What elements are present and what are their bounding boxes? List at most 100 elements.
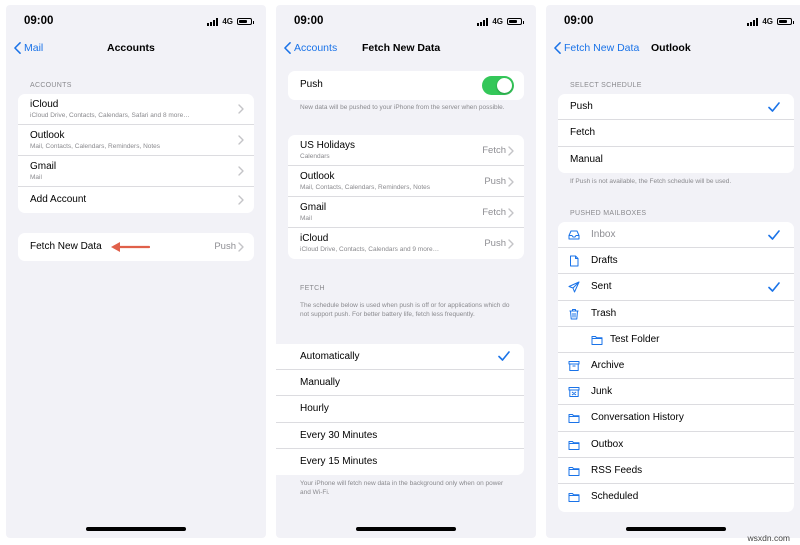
mailbox-row-junk[interactable]: Junk <box>558 379 794 406</box>
fetch-account-row[interactable]: Outlook Mail, Contacts, Calendars, Remin… <box>288 166 524 197</box>
checkmark-icon <box>768 282 780 292</box>
account-row-outlook[interactable]: Outlook Mail, Contacts, Calendars, Remin… <box>18 125 254 156</box>
battery-icon <box>777 18 794 25</box>
watermark: wsxdn.com <box>747 533 790 543</box>
back-label: Fetch New Data <box>564 42 640 54</box>
mailbox-name: Conversation History <box>591 412 684 424</box>
push-label: Push <box>300 79 323 90</box>
fetch-account-row[interactable]: iCloud iCloud Drive, Contacts, Calendars… <box>288 228 524 259</box>
schedule-option[interactable]: Fetch <box>558 120 794 147</box>
mailbox-row-rss-feeds[interactable]: RSS Feeds <box>558 458 794 484</box>
folder-icon <box>568 414 580 424</box>
push-toggle[interactable] <box>482 76 514 95</box>
schedule-label: Manual <box>570 153 603 165</box>
mailbox-name: Sent <box>591 281 612 293</box>
chevron-right-icon <box>238 135 244 145</box>
push-note: New data will be pushed to your iPhone f… <box>300 104 505 111</box>
back-button[interactable]: Fetch New Data <box>554 42 639 54</box>
account-detail: Mail, Contacts, Calendars, Reminders, No… <box>30 143 161 150</box>
mailbox-row-inbox[interactable]: Inbox <box>558 222 794 249</box>
nav-bar: Accounts Fetch New Data <box>276 41 536 61</box>
home-indicator <box>86 527 186 531</box>
checkmark-icon <box>768 102 780 112</box>
signal-icon <box>207 17 219 26</box>
status-time: 09:00 <box>564 15 594 27</box>
interval-label: Every 30 Minutes <box>300 429 378 441</box>
schedule-option[interactable]: Push <box>558 94 794 121</box>
account-detail: Mail <box>30 174 42 181</box>
schedule-list: Push Fetch Manual <box>558 94 794 173</box>
account-fetch-value: Push <box>484 176 506 187</box>
mailbox-name: RSS Feeds <box>591 464 643 476</box>
account-detail: Mail, Contacts, Calendars, Reminders, No… <box>300 184 431 191</box>
chevron-right-icon <box>238 104 244 114</box>
folder-icon <box>591 335 603 345</box>
status-bar: 09:00 4G <box>546 15 800 35</box>
nav-bar: Fetch New Data Outlook <box>546 41 800 61</box>
fetch-accounts-list: US Holidays Calendars Fetch Outlook Mail… <box>288 135 524 259</box>
pointer-arrow-icon <box>111 242 150 252</box>
mailbox-name: Inbox <box>591 229 616 240</box>
section-header-fetch: FETCH <box>300 285 325 292</box>
archive-icon <box>568 360 580 371</box>
account-fetch-value: Fetch <box>482 145 506 156</box>
interval-option[interactable]: Every 30 Minutes <box>276 423 524 449</box>
mailbox-row-conversation-history[interactable]: Conversation History <box>558 405 794 432</box>
mailbox-row-scheduled[interactable]: Scheduled <box>558 484 794 510</box>
page-title: Fetch New Data <box>362 42 441 54</box>
interval-option[interactable]: Automatically <box>276 344 524 371</box>
account-name: US Holidays <box>300 140 356 151</box>
status-bar: 09:00 4G <box>6 15 266 35</box>
mailbox-name: Scheduled <box>591 490 639 502</box>
mailbox-name: Outbox <box>591 438 624 450</box>
mailbox-name: Drafts <box>591 255 618 267</box>
push-row: Push <box>288 71 524 100</box>
mailbox-row-outbox[interactable]: Outbox <box>558 432 794 458</box>
back-button[interactable]: Accounts <box>284 42 337 54</box>
interval-option[interactable]: Every 15 Minutes <box>276 449 524 475</box>
folder-icon <box>568 492 580 502</box>
add-account-row[interactable]: Add Account <box>18 187 254 213</box>
chevron-right-icon <box>508 208 514 218</box>
section-header-schedule: SELECT SCHEDULE <box>570 82 642 89</box>
accounts-screen: 09:00 4G Mail Accounts ACCOUNTS iCloud i… <box>6 5 266 538</box>
signal-icon <box>747 17 759 26</box>
mailbox-list: Inbox Drafts Sent Trash Test Folder Arch… <box>558 222 794 512</box>
account-name: iCloud <box>300 233 329 244</box>
mailbox-row-drafts[interactable]: Drafts <box>558 248 794 275</box>
schedule-option[interactable]: Manual <box>558 147 794 173</box>
interval-option[interactable]: Manually <box>276 370 524 397</box>
mailbox-row-sent[interactable]: Sent <box>558 274 794 301</box>
mailbox-row-archive[interactable]: Archive <box>558 353 794 380</box>
back-label: Mail <box>24 42 44 54</box>
junk-icon <box>568 387 580 398</box>
account-fetch-value: Fetch <box>482 207 506 218</box>
mailbox-row-trash[interactable]: Trash <box>558 301 794 327</box>
account-row-icloud[interactable]: iCloud iCloud Drive, Contacts, Calendars… <box>18 94 254 125</box>
interval-option[interactable]: Hourly <box>276 396 524 423</box>
fetch-account-row[interactable]: US Holidays Calendars Fetch <box>288 135 524 166</box>
chevron-right-icon <box>238 166 244 176</box>
chevron-left-icon <box>554 42 561 54</box>
network-type: 4G <box>762 17 773 26</box>
account-name: Outlook <box>30 130 65 141</box>
inbox-icon <box>568 230 580 240</box>
push-group: Push <box>288 71 524 100</box>
mailbox-row-test-folder[interactable]: Test Folder <box>558 327 794 353</box>
fetch-account-row[interactable]: Gmail Mail Fetch <box>288 197 524 228</box>
account-row-gmail[interactable]: Gmail Mail <box>18 156 254 187</box>
outlook-schedule-screen: 09:00 4G Fetch New Data Outlook SELECT S… <box>546 5 800 538</box>
home-indicator <box>356 527 456 531</box>
nav-bar: Mail Accounts <box>6 41 266 61</box>
interval-label: Automatically <box>300 351 360 362</box>
chevron-right-icon <box>238 195 244 205</box>
back-button[interactable]: Mail <box>14 42 43 54</box>
interval-label: Every 15 Minutes <box>300 455 378 467</box>
fetch-new-data-value: Push <box>214 241 236 252</box>
account-detail: Calendars <box>300 153 330 160</box>
status-bar: 09:00 4G <box>276 15 536 35</box>
interval-label: Manually <box>300 377 341 389</box>
account-detail: iCloud Drive, Contacts, Calendars, Safar… <box>30 112 190 119</box>
accounts-list: iCloud iCloud Drive, Contacts, Calendars… <box>18 94 254 213</box>
fetch-new-data-label: Fetch New Data <box>30 241 102 252</box>
